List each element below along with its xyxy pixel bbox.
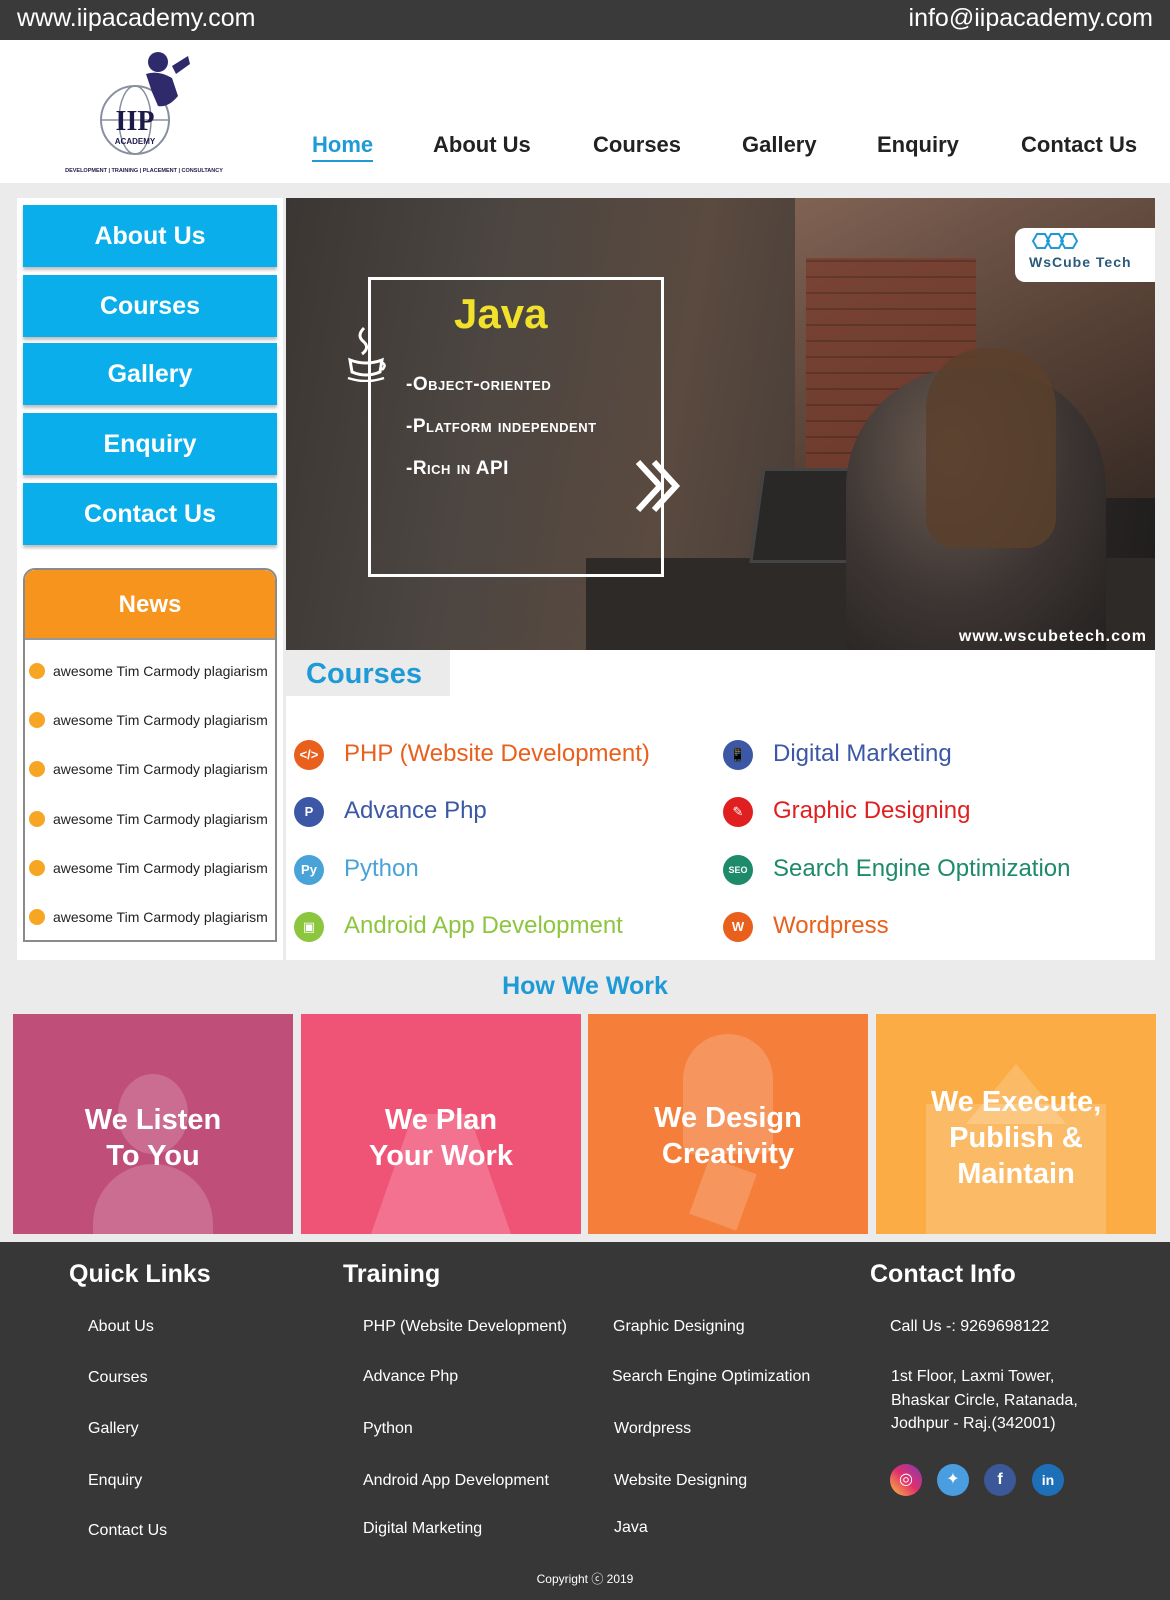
sidebar-contact-us-button[interactable]: Contact Us [23, 483, 277, 545]
email-link[interactable]: info@iipacademy.com [909, 4, 1153, 33]
facebook-icon[interactable]: f [984, 1464, 1016, 1496]
training-title: Training [343, 1260, 441, 1288]
bullet-icon [29, 860, 45, 876]
hero-title: Java [454, 290, 548, 337]
courses-section: Courses </> PHP (Website Development) 📱 … [286, 650, 1155, 960]
nav-enquiry[interactable]: Enquiry [877, 132, 959, 158]
footer-training-link[interactable]: Search Engine Optimization [612, 1368, 810, 1386]
news-item[interactable]: awesome Tim Carmody plagiarism [25, 754, 275, 784]
footer-training-link[interactable]: Wordpress [614, 1420, 691, 1438]
news-item[interactable]: awesome Tim Carmody plagiarism [25, 656, 275, 686]
courses-title: Courses [306, 658, 423, 690]
contact-info-title: Contact Info [870, 1260, 1016, 1288]
footer: Quick Links About Us Courses Gallery Enq… [0, 1242, 1170, 1600]
news-item[interactable]: awesome Tim Carmody plagiarism [25, 853, 275, 883]
footer-training-link[interactable]: Advance Php [363, 1368, 458, 1386]
work-card-design[interactable]: We Design Creativity [588, 1014, 868, 1234]
bullet-icon [29, 761, 45, 777]
footer-training-link[interactable]: Graphic Designing [613, 1318, 745, 1336]
footer-link-enquiry[interactable]: Enquiry [88, 1472, 142, 1490]
how-we-work-title: How We Work [502, 972, 668, 1000]
advance-php-icon: P [294, 797, 324, 827]
contact-address-line: 1st Floor, Laxmi Tower, [891, 1368, 1055, 1385]
footer-training-link[interactable]: Android App Development [363, 1472, 549, 1490]
copyright: Copyright ⓒ 2019 [536, 1572, 634, 1586]
double-chevron-right-icon[interactable] [634, 456, 684, 516]
work-card-text: We Design Creativity [654, 1102, 802, 1170]
hero-url: www.wscubetech.com [958, 628, 1147, 645]
footer-link-gallery[interactable]: Gallery [88, 1420, 139, 1438]
website-link[interactable]: www.iipacademy.com [17, 4, 256, 33]
hero-feature: -Object-oriented [406, 374, 552, 395]
contact-phone[interactable]: Call Us -: 9269698122 [890, 1318, 1049, 1336]
contact-address-line: Jodhpur - Raj.(342001) [891, 1415, 1056, 1432]
php-code-icon: </> [294, 740, 324, 770]
instagram-icon[interactable]: ◎ [890, 1464, 922, 1496]
hero-feature: -Platform independent [406, 416, 597, 437]
bullet-icon [29, 712, 45, 728]
news-panel: News awesome Tim Carmody plagiarism awes… [23, 568, 277, 942]
contact-address-line: Bhaskar Circle, Ratanada, [891, 1392, 1078, 1409]
sidebar-about-us-button[interactable]: About Us [23, 205, 277, 267]
work-card-text: We Execute, Publish & Maintain [930, 1086, 1102, 1190]
sidebar-enquiry-button[interactable]: Enquiry [23, 413, 277, 475]
header: IIP ACADEMY DEVELOPMENT | TRAINING | PLA… [0, 40, 1170, 183]
footer-link-courses[interactable]: Courses [88, 1369, 148, 1387]
sidebar-courses-button[interactable]: Courses [23, 275, 277, 337]
java-cup-icon [347, 326, 386, 382]
work-card-plan[interactable]: We Plan Your Work [301, 1014, 581, 1234]
wordpress-icon: W [723, 912, 753, 942]
news-item[interactable]: awesome Tim Carmody plagiarism [25, 705, 275, 735]
hero-feature: -Rich in API [406, 458, 509, 479]
python-icon: Py [294, 855, 324, 885]
footer-link-contact-us[interactable]: Contact Us [88, 1522, 167, 1540]
sidebar-gallery-button[interactable]: Gallery [23, 343, 277, 405]
android-icon: ▣ [294, 912, 324, 942]
wscube-tech-badge: WsCube Tech [1015, 228, 1155, 282]
graphic-design-icon: ✎ [723, 797, 753, 827]
footer-training-link[interactable]: Java [614, 1519, 648, 1537]
work-card-text: We Plan Your Work [369, 1104, 513, 1172]
nav-gallery[interactable]: Gallery [742, 132, 817, 158]
nav-courses[interactable]: Courses [593, 132, 681, 158]
person-icon [93, 1164, 213, 1234]
quick-links-title: Quick Links [69, 1260, 211, 1288]
footer-training-link[interactable]: Python [363, 1420, 413, 1438]
sidebar: About Us Courses Gallery Enquiry Contact… [17, 198, 283, 960]
bullet-icon [29, 811, 45, 827]
work-card-text: We Listen To You [84, 1104, 222, 1172]
hero-person-hair [926, 348, 1056, 548]
linkedin-icon[interactable]: in [1032, 1464, 1064, 1496]
wscube-tech-label: WsCube Tech [1029, 254, 1132, 270]
work-card-execute[interactable]: We Execute, Publish & Maintain [876, 1014, 1156, 1234]
bullet-icon [29, 663, 45, 679]
main-nav: Home About Us Courses Gallery Enquiry Co… [0, 132, 1170, 172]
news-item[interactable]: awesome Tim Carmody plagiarism [25, 804, 275, 834]
footer-training-link[interactable]: Website Designing [614, 1472, 747, 1490]
footer-training-link[interactable]: Digital Marketing [363, 1520, 482, 1538]
top-bar: www.iipacademy.com info@iipacademy.com [0, 0, 1170, 40]
news-title: News [25, 570, 275, 640]
seo-icon: SEO [723, 855, 753, 885]
work-card-listen[interactable]: We Listen To You [13, 1014, 293, 1234]
hero-banner[interactable]: Java -Object-oriented -Platform independ… [286, 198, 1155, 650]
nav-contact-us[interactable]: Contact Us [1021, 132, 1137, 158]
footer-link-about-us[interactable]: About Us [88, 1318, 154, 1336]
footer-training-link[interactable]: PHP (Website Development) [363, 1318, 567, 1336]
twitter-icon[interactable]: ✦ [937, 1464, 969, 1496]
nav-home[interactable]: Home [312, 132, 374, 162]
news-item[interactable]: awesome Tim Carmody plagiarism [25, 902, 275, 932]
bullet-icon [29, 909, 45, 925]
nav-about-us[interactable]: About Us [433, 132, 531, 158]
digital-marketing-icon: 📱 [723, 740, 753, 770]
